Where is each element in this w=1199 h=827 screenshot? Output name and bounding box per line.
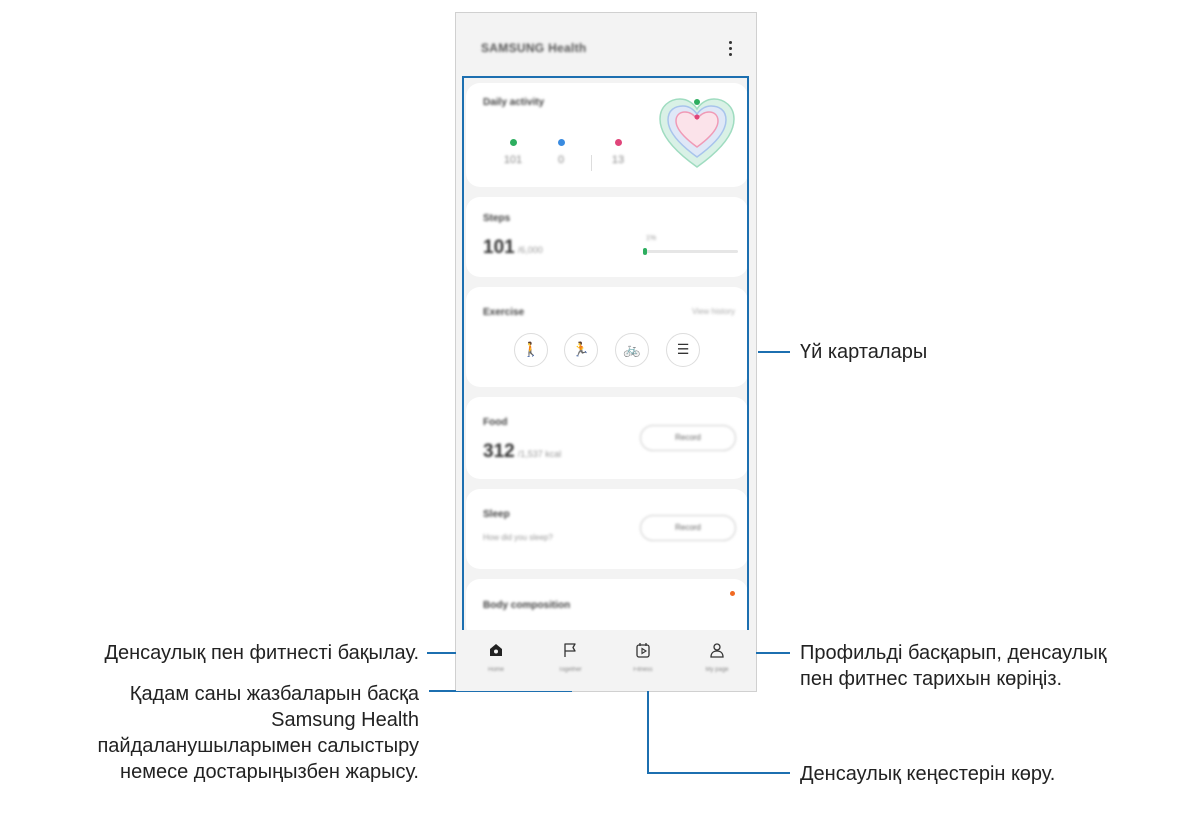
callout-line-fitness-h [647, 772, 790, 774]
running-icon[interactable]: 🏃 [564, 333, 598, 367]
callout-together-line4: немесе достарыңызбен жарысу. [120, 761, 419, 783]
activity-heart-icon [659, 98, 735, 168]
callout-together: Қадам саны жазбаларын басқа Samsung Heal… [0, 681, 419, 785]
sleep-record-button[interactable]: Record [640, 515, 736, 541]
steps-value: 101/6,000 [483, 237, 543, 259]
nav-fitness[interactable]: Fitness [613, 642, 673, 673]
calories-metric: 13 [603, 139, 633, 166]
steps-count: 101 [483, 237, 515, 258]
sleep-card[interactable]: Sleep How did you sleep? Record [466, 489, 748, 569]
exercise-card[interactable]: Exercise View history 🚶 🏃 🚲 ☰ [466, 287, 748, 387]
food-record-button[interactable]: Record [640, 425, 736, 451]
steps-card[interactable]: Steps 101/6,000 1% [466, 197, 748, 277]
home-icon [490, 644, 502, 656]
nav-my-page[interactable]: My page [687, 642, 747, 673]
food-goal: /1,537 kcal [517, 449, 562, 459]
active-time-metric: 0 [546, 139, 576, 166]
active-time-metric-value: 0 [557, 154, 565, 166]
play-icon [636, 643, 650, 658]
nav-home-label: Home [487, 667, 504, 673]
callout-profile: Профильді басқарып, денсаулық пен фитнес… [800, 640, 1107, 692]
callout-together-line1: Қадам саны жазбаларын басқа [129, 683, 419, 705]
nav-together[interactable]: Together [540, 642, 600, 673]
callout-together-line3: пайдаланушыларымен салыстыру [97, 735, 419, 757]
callout-profile-line1: Профильді басқарып, денсаулық [800, 642, 1107, 664]
sleep-prompt: How did you sleep? [483, 533, 553, 542]
callout-home: Денсаулық пен фитнесті бақылау. [104, 642, 419, 664]
nav-home[interactable]: Home [466, 642, 526, 673]
walking-icon[interactable]: 🚶 [514, 333, 548, 367]
food-kcal: 312 [483, 441, 515, 462]
cycling-icon[interactable]: 🚲 [615, 333, 649, 367]
callout-fitness: Денсаулық кеңестерін көру. [800, 763, 1056, 785]
sleep-title: Sleep [483, 509, 510, 520]
steps-percent: 1% [646, 235, 657, 242]
steps-progress-fill [643, 248, 647, 255]
food-value: 312/1,537 kcal [483, 441, 561, 463]
callout-line-home-cards [758, 351, 790, 353]
list-icon[interactable]: ☰ [666, 333, 700, 367]
metric-divider [591, 155, 592, 171]
exercise-title: Exercise [483, 307, 525, 318]
phone-screen: SAMSUNG Health Daily activity 101 0 13 S… [455, 12, 757, 692]
daily-activity-card[interactable]: Daily activity 101 0 13 [466, 83, 748, 187]
food-card[interactable]: Food 312/1,537 kcal Record [466, 397, 748, 479]
nav-my-page-label: My page [705, 667, 729, 673]
steps-title: Steps [483, 213, 511, 224]
app-header: SAMSUNG Health [456, 13, 756, 83]
nav-together-label: Together [558, 667, 582, 673]
callout-together-line2: Samsung Health [271, 709, 419, 731]
more-options-icon[interactable] [724, 41, 736, 61]
steps-metric: 101 [498, 139, 528, 166]
bottom-navigation: Home Together Fitness My page [456, 630, 756, 691]
person-icon [710, 643, 724, 658]
callout-home-cards: Үй карталары [800, 341, 928, 363]
steps-leaf-icon [509, 139, 517, 146]
callout-profile-line2: пен фитнес тарихын көріңіз. [800, 668, 1063, 690]
calories-metric-value: 13 [611, 154, 625, 166]
clock-icon [557, 139, 565, 146]
flame-icon [614, 139, 622, 146]
flag-icon [564, 643, 576, 657]
view-history-link[interactable]: View history [692, 307, 735, 316]
app-title: SAMSUNG Health [481, 41, 587, 55]
notification-dot [730, 591, 735, 596]
food-title: Food [483, 417, 508, 428]
steps-goal: /6,000 [517, 245, 543, 255]
steps-progress-bar [643, 248, 738, 255]
steps-metric-value: 101 [503, 154, 523, 166]
nav-fitness-label: Fitness [633, 667, 653, 673]
body-composition-title: Body composition [483, 600, 571, 611]
daily-activity-title: Daily activity [483, 97, 545, 108]
